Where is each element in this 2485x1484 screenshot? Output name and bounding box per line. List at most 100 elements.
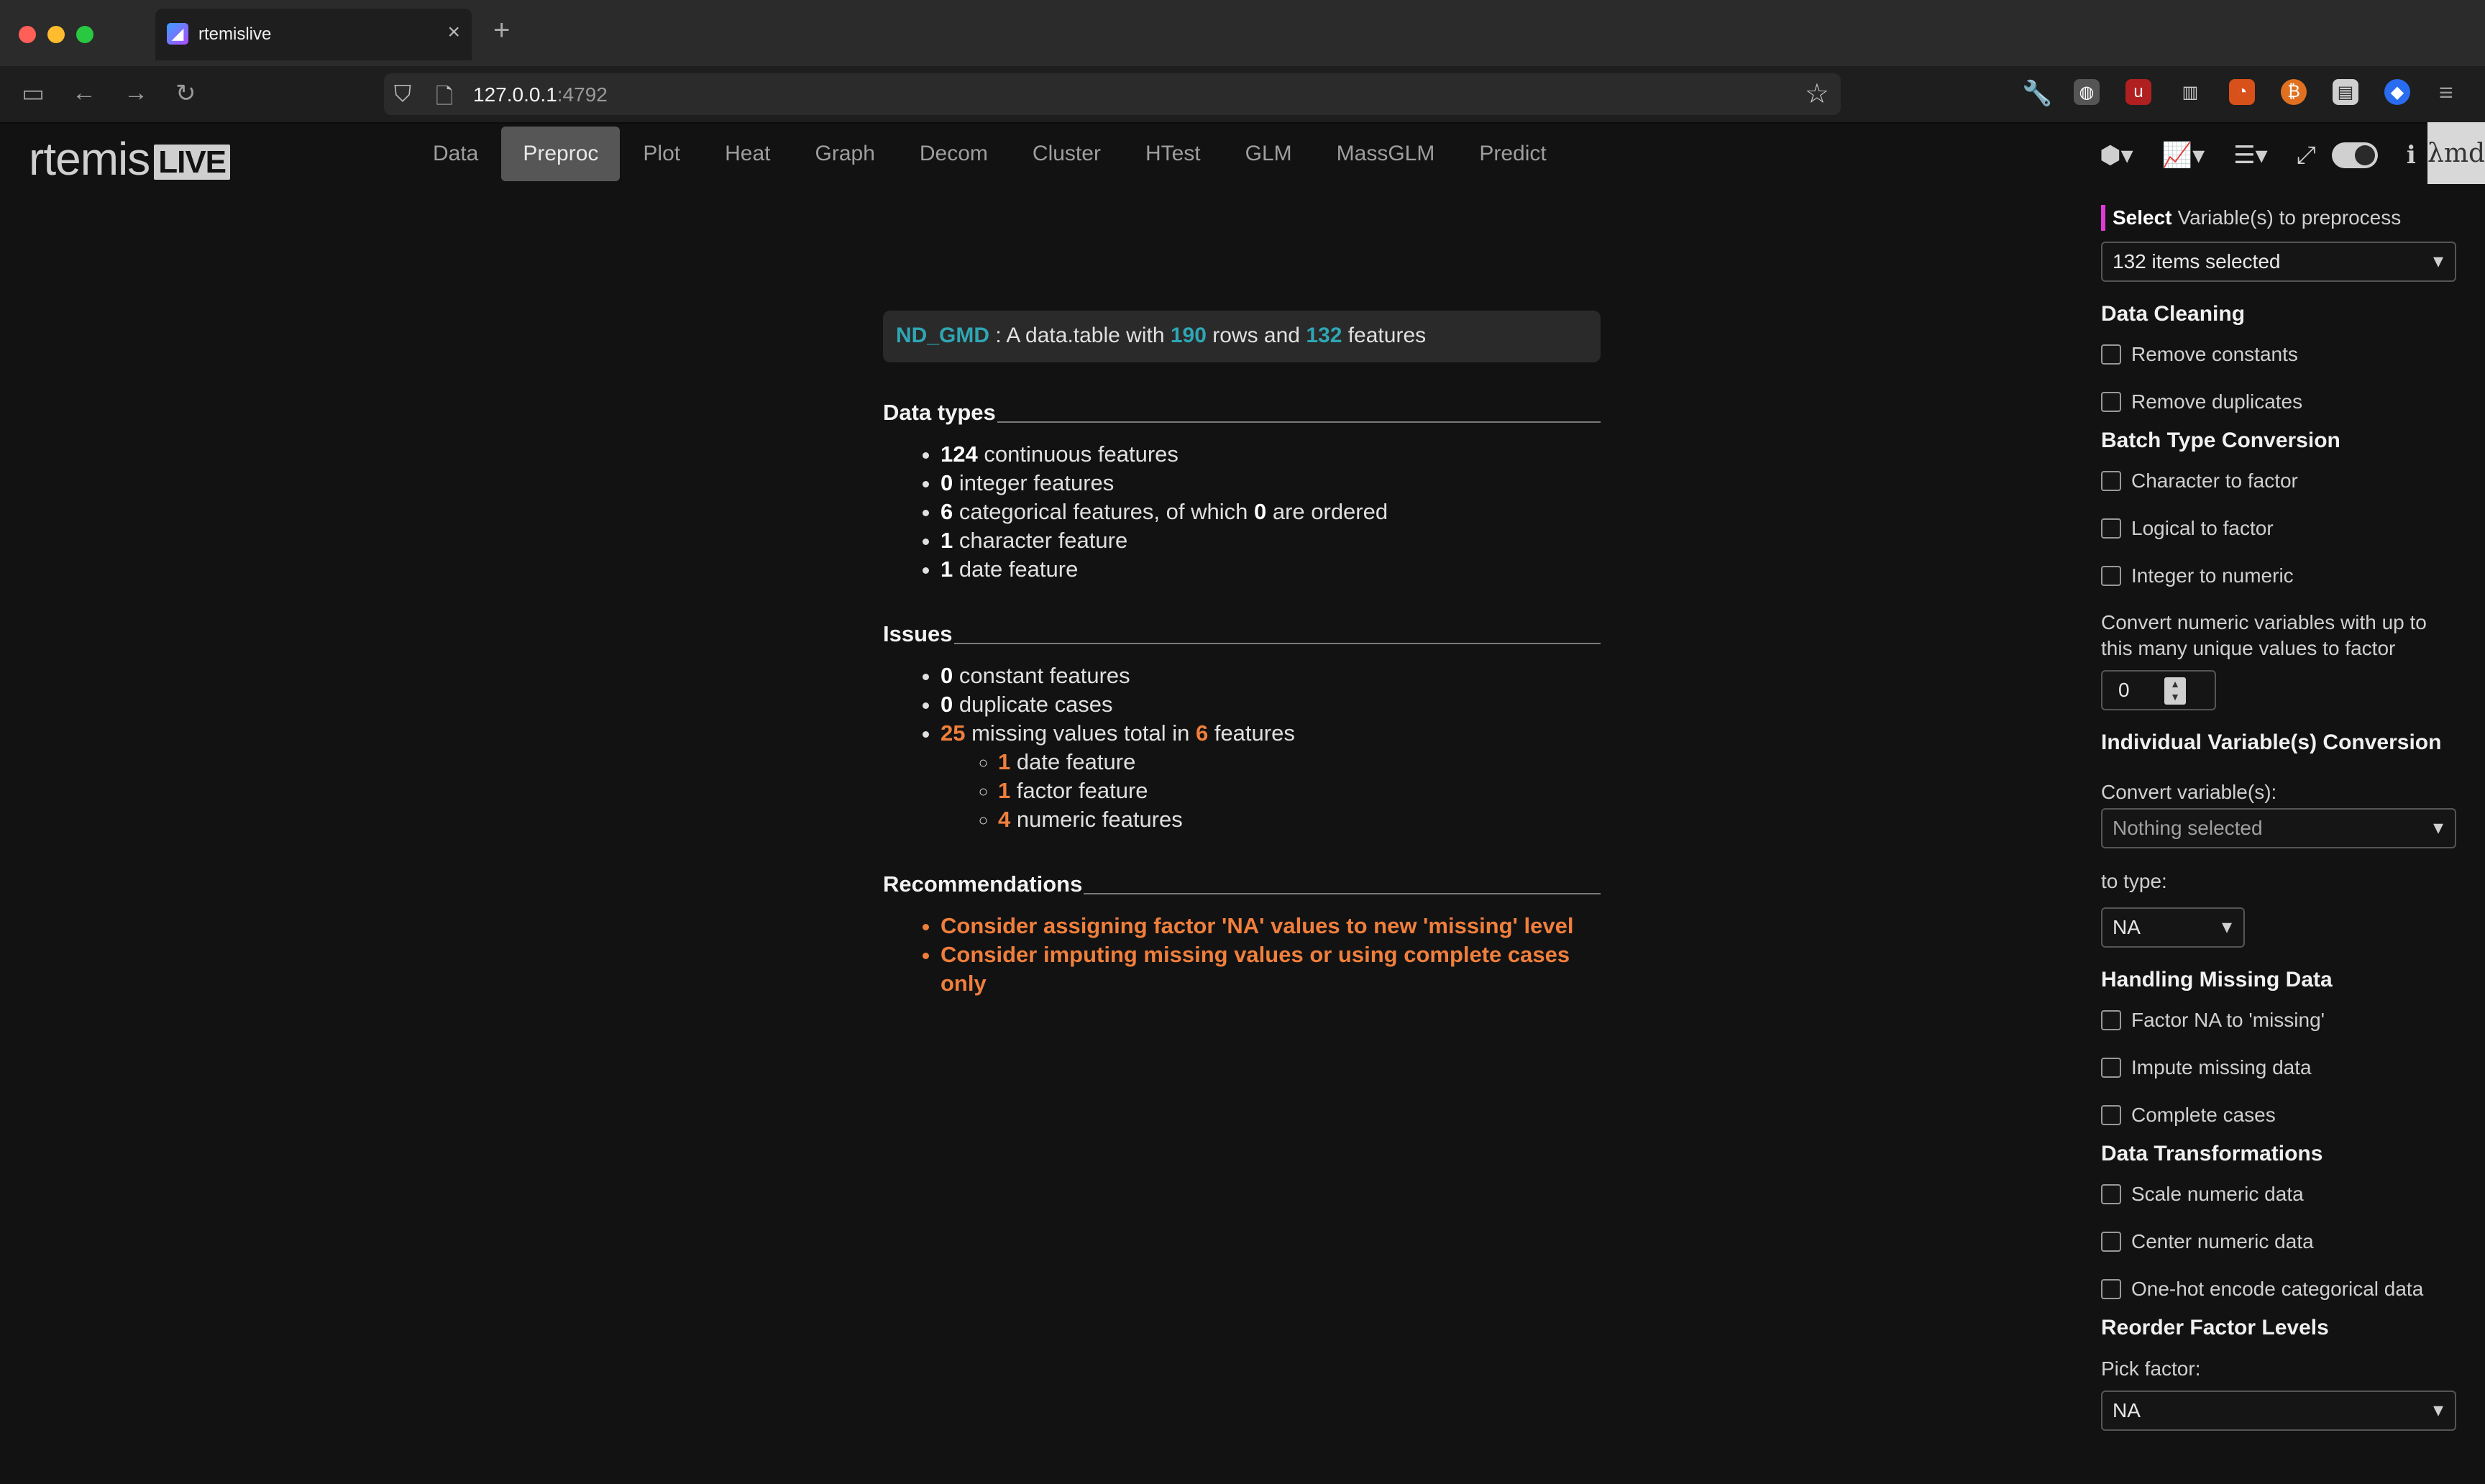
new-tab-button[interactable]: + bbox=[493, 14, 510, 47]
unique-values-input[interactable]: 0 ▲ ▼ bbox=[2101, 670, 2216, 710]
nav-tab-predict[interactable]: Predict bbox=[1457, 127, 1568, 181]
main-nav: Data Preproc Plot Heat Graph Decom Cluster HTes… bbox=[411, 127, 1570, 181]
list-item: 6 categorical features, of which 0 are o… bbox=[941, 498, 1601, 526]
close-window-button[interactable] bbox=[19, 26, 36, 43]
dataset-info-box: ND_GMD : A data.table with 190 rows and … bbox=[883, 311, 1601, 362]
integer-to-numeric-checkbox[interactable]: Integer to numeric bbox=[2101, 552, 2456, 600]
nav-tab-data[interactable]: Data bbox=[411, 127, 500, 181]
recommendations-section: Recommendations Consider assigning facto… bbox=[883, 871, 1601, 998]
complete-cases-checkbox[interactable]: Complete cases bbox=[2101, 1091, 2456, 1139]
list-item: 0 constant features bbox=[941, 661, 1601, 690]
maximize-window-button[interactable] bbox=[76, 26, 93, 43]
browser-toolbar: ▭ ← → ↻ ⛉ 🗋 127.0.0.1:4792 ☆ 🔧 ◍ u ▥ ◔ ₿… bbox=[0, 66, 2485, 124]
remove-duplicates-checkbox[interactable]: Remove duplicates bbox=[2101, 378, 2456, 426]
nav-tab-decom[interactable]: Decom bbox=[898, 127, 1010, 181]
missing-data-heading: Handling Missing Data bbox=[2101, 968, 2333, 991]
list-item: 25 missing values total in 6 features1 d… bbox=[941, 719, 1601, 834]
logical-to-factor-checkbox[interactable]: Logical to factor bbox=[2101, 505, 2456, 552]
caret-down-icon: ▾ bbox=[2433, 249, 2443, 272]
stepper-icon[interactable]: ▲ ▼ bbox=[2164, 677, 2186, 705]
extension-blue-icon[interactable]: ◆ bbox=[2384, 79, 2410, 105]
extension-chart-icon[interactable]: ◔ bbox=[2229, 79, 2255, 105]
factor-na-checkbox[interactable]: Factor NA to 'missing' bbox=[2101, 997, 2456, 1044]
impute-checkbox[interactable]: Impute missing data bbox=[2101, 1044, 2456, 1091]
nav-tab-massglm[interactable]: MassGLM bbox=[1315, 127, 1457, 181]
section-heading: Issues bbox=[883, 621, 1601, 647]
list-item: 0 integer features bbox=[941, 469, 1601, 498]
select-variables-label: Select Variable(s) to preprocess bbox=[2101, 194, 2456, 242]
favicon-icon: ◢ bbox=[167, 23, 188, 45]
remove-constants-checkbox[interactable]: Remove constants bbox=[2101, 331, 2456, 378]
browser-tab-strip: ◢ rtemislive × + bbox=[0, 0, 2485, 66]
pick-factor-label: Pick factor: bbox=[2101, 1357, 2201, 1380]
minimize-window-button[interactable] bbox=[47, 26, 65, 43]
issues-section: Issues 0 constant features0 duplicate ca… bbox=[883, 621, 1601, 834]
app-navbar: rtemis LIVE Data Preproc Plot Heat Graph Decom… bbox=[0, 122, 2485, 187]
wrench-icon[interactable]: 🔧 bbox=[2022, 79, 2052, 108]
pick-factor-select[interactable]: NA ▾ bbox=[2101, 1391, 2456, 1431]
shield-icon[interactable]: ⛉ bbox=[394, 81, 411, 108]
preproc-summary: ND_GMD : A data.table with 190 rows and … bbox=[883, 311, 1601, 998]
variables-select[interactable]: 132 items selected ▾ bbox=[2101, 242, 2456, 282]
onehot-checkbox[interactable]: One-hot encode categorical data bbox=[2101, 1265, 2456, 1313]
list-item: 0 duplicate cases bbox=[941, 690, 1601, 719]
nav-tab-graph[interactable]: Graph bbox=[794, 127, 897, 181]
convert-numeric-note: Convert numeric variables with up to thi… bbox=[2101, 611, 2427, 659]
nav-tab-heat[interactable]: Heat bbox=[703, 127, 792, 181]
preproc-options-panel: Select Variable(s) to preprocess 132 item… bbox=[2101, 194, 2456, 1431]
to-type-select[interactable]: NA ▾ bbox=[2101, 907, 2245, 948]
back-icon[interactable]: ← bbox=[72, 79, 96, 107]
nav-tab-plot[interactable]: Plot bbox=[621, 127, 702, 181]
to-type-label: to type: bbox=[2101, 870, 2167, 892]
extension-doc-icon[interactable]: ▤ bbox=[2333, 79, 2358, 105]
data-cleaning-heading: Data Cleaning bbox=[2101, 302, 2246, 326]
address-bar[interactable]: ⛉ 🗋 127.0.0.1:4792 ☆ bbox=[384, 73, 1841, 115]
nav-tab-htest[interactable]: HTest bbox=[1124, 127, 1222, 181]
convert-variables-select[interactable]: Nothing selected ▾ bbox=[2101, 808, 2456, 848]
app-tools: ⬢▾ 📈▾ ☰▾ ⤢ ℹ bbox=[2100, 141, 2445, 170]
recommendation-item: Consider assigning factor 'NA' values to… bbox=[941, 912, 1601, 940]
tab-close-icon[interactable]: × bbox=[447, 20, 460, 45]
expand-icon[interactable]: ⤢ bbox=[2297, 142, 2316, 170]
reorder-heading: Reorder Factor Levels bbox=[2101, 1316, 2329, 1339]
nav-tab-preproc[interactable]: Preproc bbox=[501, 127, 621, 181]
extension-bitcoin-icon[interactable]: ₿ bbox=[2281, 79, 2307, 105]
forward-icon[interactable]: → bbox=[124, 79, 148, 107]
cube-icon[interactable]: ⬢▾ bbox=[2100, 141, 2133, 170]
extension-ublock-icon[interactable]: u bbox=[2125, 79, 2151, 105]
page-icon: 🗋 bbox=[436, 85, 454, 109]
list-item: 1 date feature bbox=[941, 555, 1601, 584]
nav-tab-cluster[interactable]: Cluster bbox=[1011, 127, 1122, 181]
extension-grid-icon[interactable]: ▥ bbox=[2177, 79, 2203, 105]
info-icon[interactable]: ℹ bbox=[2407, 141, 2416, 170]
transformations-heading: Data Transformations bbox=[2101, 1142, 2323, 1165]
browser-tab[interactable]: ◢ rtemislive × bbox=[155, 9, 472, 60]
corner-logo: λmd bbox=[2427, 122, 2485, 184]
batch-type-heading: Batch Type Conversion bbox=[2101, 429, 2340, 452]
nav-tab-glm[interactable]: GLM bbox=[1224, 127, 1314, 181]
section-heading: Data types bbox=[883, 400, 1601, 426]
extension-globe-icon[interactable]: ◍ bbox=[2074, 79, 2100, 105]
reload-icon[interactable]: ↻ bbox=[175, 79, 196, 108]
list-item: 1 date feature bbox=[998, 748, 1601, 777]
theme-toggle[interactable] bbox=[2331, 142, 2378, 168]
caret-down-icon: ▾ bbox=[2433, 1398, 2443, 1421]
recommendation-item: Consider imputing missing values or usin… bbox=[941, 940, 1601, 998]
star-icon[interactable]: ☆ bbox=[1805, 78, 1829, 110]
url-text: 127.0.0.1:4792 bbox=[473, 83, 608, 106]
app-logo[interactable]: rtemis LIVE bbox=[29, 132, 231, 186]
scale-checkbox[interactable]: Scale numeric data bbox=[2101, 1171, 2456, 1218]
list-icon[interactable]: ☰▾ bbox=[2233, 141, 2268, 170]
chart-icon[interactable]: 📈▾ bbox=[2162, 141, 2205, 170]
list-item: 1 character feature bbox=[941, 526, 1601, 555]
list-item: 1 factor feature bbox=[998, 777, 1601, 805]
tab-title: rtemislive bbox=[198, 24, 272, 44]
char-to-factor-checkbox[interactable]: Character to factor bbox=[2101, 457, 2456, 505]
caret-down-icon: ▾ bbox=[2433, 816, 2443, 838]
convert-variables-label: Convert variable(s): bbox=[2101, 781, 2277, 803]
menu-icon[interactable]: ≡ bbox=[2439, 79, 2453, 107]
dataset-name: ND_GMD bbox=[896, 324, 990, 347]
center-checkbox[interactable]: Center numeric data bbox=[2101, 1218, 2456, 1265]
sidebar-icon[interactable]: ▭ bbox=[22, 79, 45, 108]
feature-count: 132 bbox=[1306, 324, 1342, 347]
